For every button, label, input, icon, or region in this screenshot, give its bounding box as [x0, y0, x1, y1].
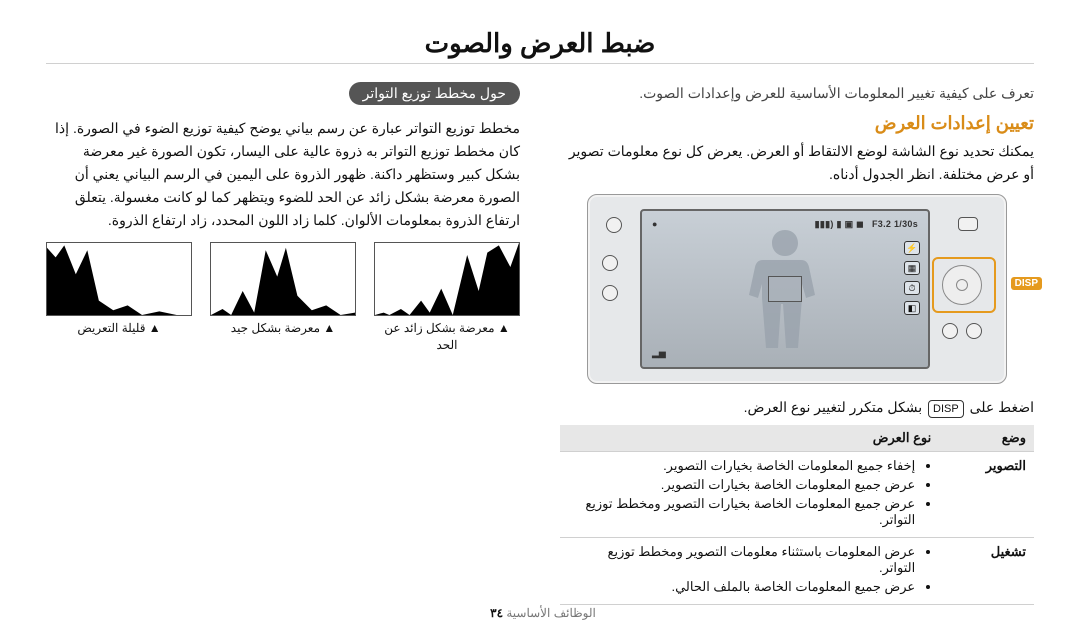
camera-lcd: ● F3.2 1/30s ◼ ▣ ▮ (▮▮▮ ⚡ ▦ ⏱ ◧ [640, 209, 930, 369]
right-column: تعرف على كيفية تغيير المعلومات الأساسية … [560, 78, 1034, 605]
left-column: حول مخطط توزيع التواتر مخطط توزيع التوات… [46, 78, 520, 605]
instr-pre: اضغط على [966, 399, 1034, 415]
disp-button-inline: DISP [928, 400, 964, 418]
camera-top-left-button [606, 217, 622, 233]
camera-fn-button-1 [966, 323, 982, 339]
disp-callout-label: DISP [1011, 277, 1042, 290]
table-row: تشغيل عرض المعلومات باستثناء معلومات الت… [560, 538, 1034, 605]
mode-icon: ▦ [904, 261, 920, 275]
histogram-body: مخطط توزيع التواتر عبارة عن رسم بياني يو… [46, 117, 520, 232]
lcd-bottom-indicator: ▅▂ [652, 348, 666, 359]
disp-highlight-box [932, 257, 996, 313]
camera-left-button-1 [602, 255, 618, 271]
list-item: عرض جميع المعلومات الخاصة بالملف الحالي. [568, 579, 915, 595]
page-title: ضبط العرض والصوت [46, 28, 1034, 59]
lcd-side-icons: ⚡ ▦ ⏱ ◧ [904, 241, 920, 315]
camera-top-right-button [958, 217, 978, 231]
mode-cell-shoot: التصوير [939, 452, 1034, 538]
caption-overexposed: ▲ معرضة بشكل زائد عن الحد [374, 320, 520, 354]
display-settings-body: يمكنك تحديد نوع الشاشة لوضع الالتقاط أو … [560, 140, 1034, 186]
page-footer: الوظائف الأساسية ٣٤ [0, 606, 1080, 620]
disp-instruction: اضغط على DISP بشكل متكرر لتغيير نوع العر… [560, 396, 1034, 419]
table-row: التصوير إخفاء جميع المعلومات الخاصة بخيا… [560, 452, 1034, 538]
mode-cell-play: تشغيل [939, 538, 1034, 605]
list-item: عرض جميع المعلومات الخاصة بخيارات التصوي… [568, 477, 915, 493]
camera-illustration: MENU ● F3.2 1/30s ◼ ▣ ▮ (▮▮▮ ⚡ ▦ [560, 194, 1034, 384]
list-item: عرض جميع المعلومات الخاصة بخيارات التصوي… [568, 496, 915, 528]
intro-text: تعرف على كيفية تغيير المعلومات الأساسية … [560, 82, 1034, 105]
camera-left-button-2 [602, 285, 618, 301]
display-modes-table: وضع نوع العرض التصوير إخفاء جميع المعلوم… [560, 425, 1034, 605]
histogram-underexposed [46, 242, 192, 316]
histogram-row: ▲ معرضة بشكل زائد عن الحد ▲ معرضة بشكل ج… [46, 242, 520, 354]
footer-section: الوظائف الأساسية [506, 606, 596, 620]
col-header-mode: وضع [939, 425, 1034, 452]
instr-post: بشكل متكرر لتغيير نوع العرض. [744, 399, 926, 415]
caption-underexposed: ▲ قليلة التعريض [46, 320, 192, 337]
quality-icon: ◧ [904, 301, 920, 315]
title-rule [46, 63, 1034, 64]
histogram-overexposed [374, 242, 520, 316]
section-heading-display-settings: تعيين إعدادات العرض [560, 113, 1034, 134]
histogram-good [210, 242, 356, 316]
lcd-mode-icon: ● [652, 219, 657, 229]
histogram-pill-header: حول مخطط توزيع التواتر [349, 82, 520, 105]
lcd-exposure: F3.2 1/30s [872, 219, 918, 230]
list-item: إخفاء جميع المعلومات الخاصة بخيارات التص… [568, 458, 915, 474]
flash-icon: ⚡ [904, 241, 920, 255]
camera-fn-button-2 [942, 323, 958, 339]
list-item: عرض المعلومات باستثناء معلومات التصوير و… [568, 544, 915, 576]
col-header-type: نوع العرض [560, 425, 939, 452]
focus-frame [768, 276, 802, 302]
timer-icon: ⏱ [904, 281, 920, 295]
footer-page-number: ٣٤ [490, 606, 503, 620]
caption-good: ▲ معرضة بشكل جيد [210, 320, 356, 337]
